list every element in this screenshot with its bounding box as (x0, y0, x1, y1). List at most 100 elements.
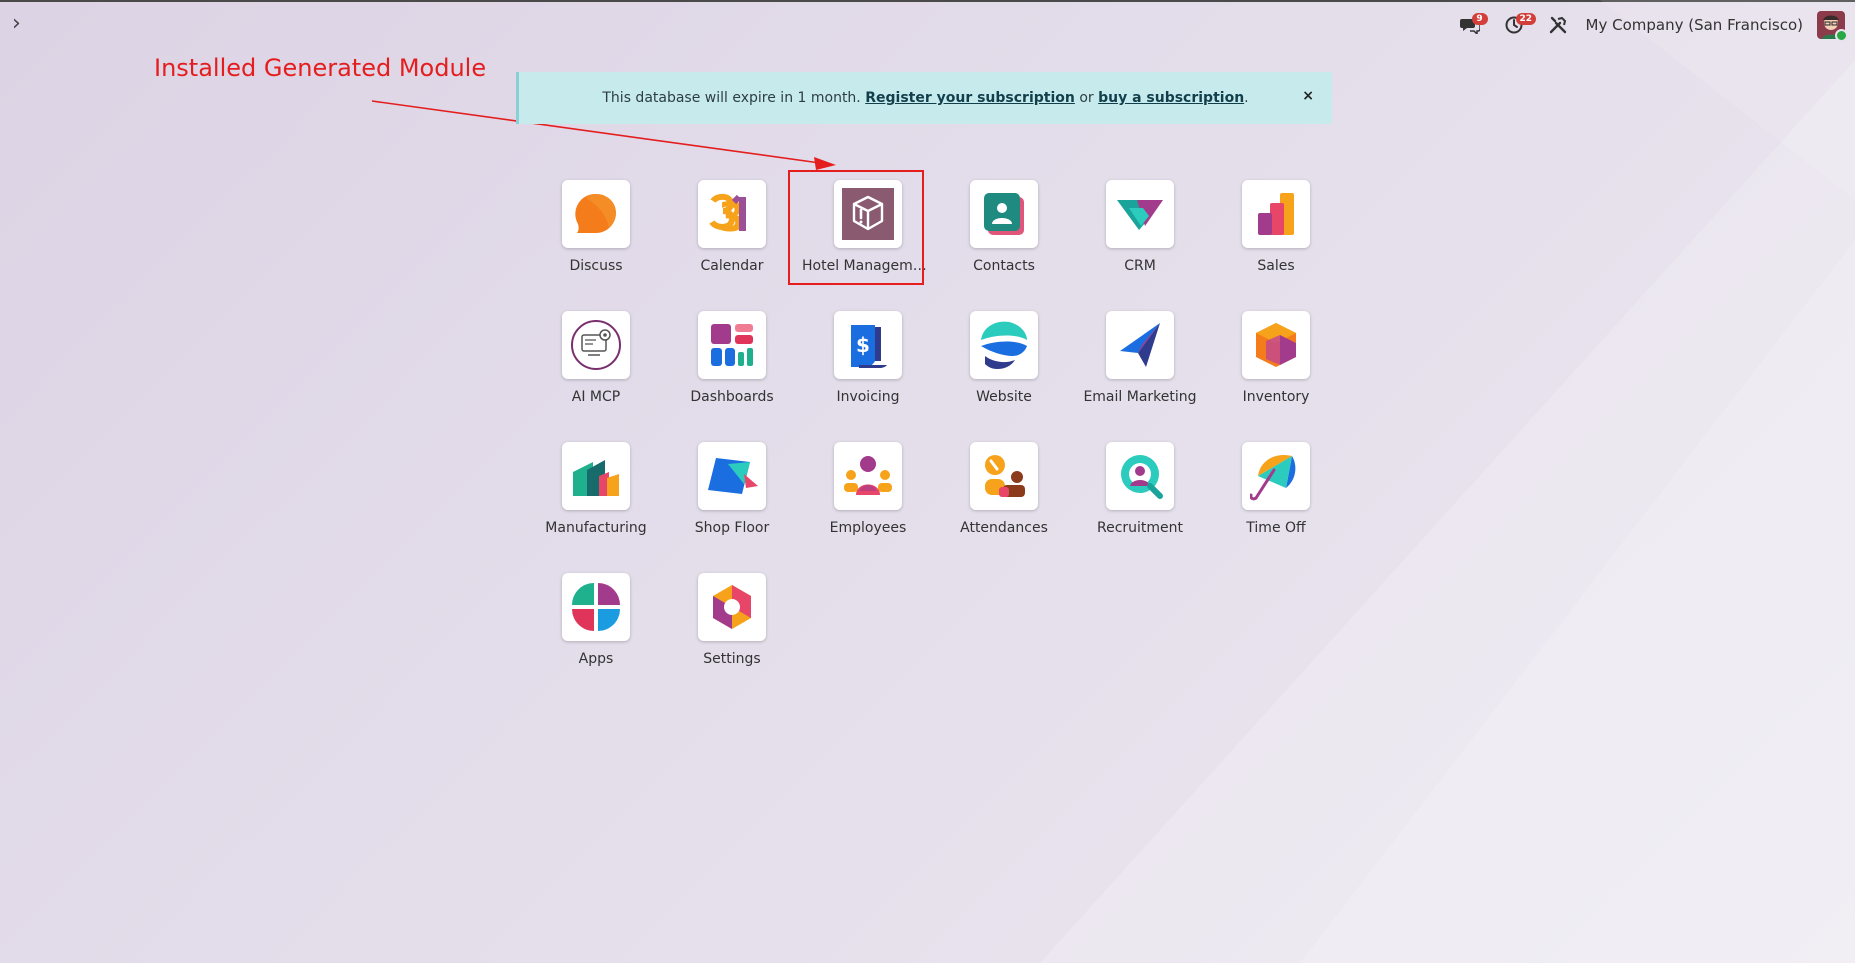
buy-subscription-link[interactable]: buy a subscription (1098, 90, 1244, 106)
app-tile (1242, 442, 1310, 510)
attendances-icon (985, 455, 1025, 497)
app-discuss[interactable]: Discuss (528, 180, 664, 311)
app-label: Recruitment (1096, 520, 1184, 536)
app-label: Contacts (973, 258, 1035, 274)
app-label: Calendar (700, 258, 764, 274)
app-shop-floor[interactable]: Shop Floor (664, 442, 800, 573)
app-tile: $ (834, 311, 902, 379)
svg-text:$: $ (856, 333, 870, 357)
close-icon[interactable]: × (1302, 88, 1314, 104)
debug-tools-button[interactable] (1542, 9, 1574, 41)
app-tile (1106, 442, 1174, 510)
app-label: Hotel Management (802, 258, 934, 274)
app-label: Settings (703, 651, 761, 667)
apps-grid: Discuss 3 3 Calendar Hotel (528, 180, 1344, 704)
app-label: Attendances (960, 520, 1048, 536)
app-dashboards[interactable]: Dashboards (664, 311, 800, 442)
window-top-border (0, 0, 1855, 2)
app-tile (834, 180, 902, 248)
app-label: Manufacturing (545, 520, 647, 536)
app-contacts[interactable]: Contacts (936, 180, 1072, 311)
app-apps[interactable]: Apps (528, 573, 664, 704)
messages-badge: 9 (1471, 13, 1488, 25)
app-label: Inventory (1242, 389, 1310, 405)
app-label: Sales (1257, 258, 1295, 274)
app-sales[interactable]: Sales (1208, 180, 1344, 311)
app-tile (970, 442, 1038, 510)
app-ai-mcp[interactable]: AI MCP (528, 311, 664, 442)
shop-floor-icon (708, 458, 758, 494)
email-marketing-icon (1120, 323, 1160, 367)
app-website[interactable]: Website (936, 311, 1072, 442)
app-label: Dashboards (690, 389, 774, 405)
app-inventory[interactable]: Inventory (1208, 311, 1344, 442)
app-tile (562, 442, 630, 510)
app-tile (1106, 180, 1174, 248)
activities-button[interactable]: 22 (1498, 9, 1537, 41)
app-recruitment[interactable]: Recruitment (1072, 442, 1208, 573)
app-tile (562, 573, 630, 641)
app-email-marketing[interactable]: Email Marketing (1072, 311, 1208, 442)
app-label: AI MCP (571, 389, 621, 405)
app-label: Employees (829, 520, 907, 536)
banner-or: or (1079, 90, 1094, 106)
invoicing-icon: $ (851, 325, 887, 368)
ai-mcp-icon (571, 320, 621, 370)
app-label: Email Marketing (1083, 389, 1197, 405)
app-tile (1242, 311, 1310, 379)
nav-toggle-chevron-icon[interactable]: › (12, 13, 34, 36)
app-tile (562, 311, 630, 379)
app-label: Discuss (569, 258, 623, 274)
inventory-icon (1256, 323, 1296, 367)
app-hotel-management[interactable]: Hotel Management (800, 180, 936, 311)
online-status-dot (1835, 29, 1848, 42)
app-manufacturing[interactable]: Manufacturing (528, 442, 664, 573)
company-switcher[interactable]: My Company (San Francisco) (1586, 16, 1803, 34)
banner-text: This database will expire in 1 month. (602, 90, 861, 106)
app-tile (562, 180, 630, 248)
messages-button[interactable]: 9 (1454, 9, 1488, 41)
manufacturing-icon (573, 460, 619, 496)
app-label: CRM (1124, 258, 1156, 274)
employees-icon (844, 456, 892, 495)
app-attendances[interactable]: Attendances (936, 442, 1072, 573)
app-tile: 3 3 (698, 180, 766, 248)
hotel-management-icon (842, 188, 894, 240)
banner-period: . (1244, 90, 1249, 106)
register-subscription-link[interactable]: Register your subscription (865, 90, 1075, 106)
app-tile (970, 180, 1038, 248)
annotation-label: Installed Generated Module (154, 54, 487, 82)
app-label: Website (976, 389, 1032, 405)
app-label: Apps (578, 651, 614, 667)
discuss-icon (575, 193, 616, 233)
app-invoicing[interactable]: $ Invoicing (800, 311, 936, 442)
app-tile (1106, 311, 1174, 379)
app-time-off[interactable]: Time Off (1208, 442, 1344, 573)
calendar-icon: 3 3 (709, 193, 746, 237)
activities-badge: 22 (1515, 13, 1537, 25)
app-calendar[interactable]: 3 3 Calendar (664, 180, 800, 311)
app-tile (698, 573, 766, 641)
app-label: Invoicing (836, 389, 900, 405)
app-tile (970, 311, 1038, 379)
systray: 9 22 My Company (San Francisco) (1454, 8, 1855, 42)
settings-icon (713, 585, 751, 629)
app-label: Time Off (1246, 520, 1306, 536)
app-settings[interactable]: Settings (664, 573, 800, 704)
dashboards-icon (711, 324, 753, 366)
app-tile (834, 442, 902, 510)
user-avatar[interactable] (1817, 11, 1848, 42)
app-tile (698, 311, 766, 379)
time-off-icon (1250, 454, 1296, 501)
sales-icon (1258, 193, 1294, 235)
apps-icon (572, 583, 620, 631)
website-icon (981, 321, 1027, 369)
app-tile (698, 442, 766, 510)
app-employees[interactable]: Employees (800, 442, 936, 573)
contacts-icon (984, 193, 1024, 235)
app-label: Shop Floor (694, 520, 770, 536)
app-tile (1242, 180, 1310, 248)
app-crm[interactable]: CRM (1072, 180, 1208, 311)
tools-icon (1549, 16, 1566, 34)
expiration-banner: This database will expire in 1 month. Re… (516, 72, 1332, 124)
